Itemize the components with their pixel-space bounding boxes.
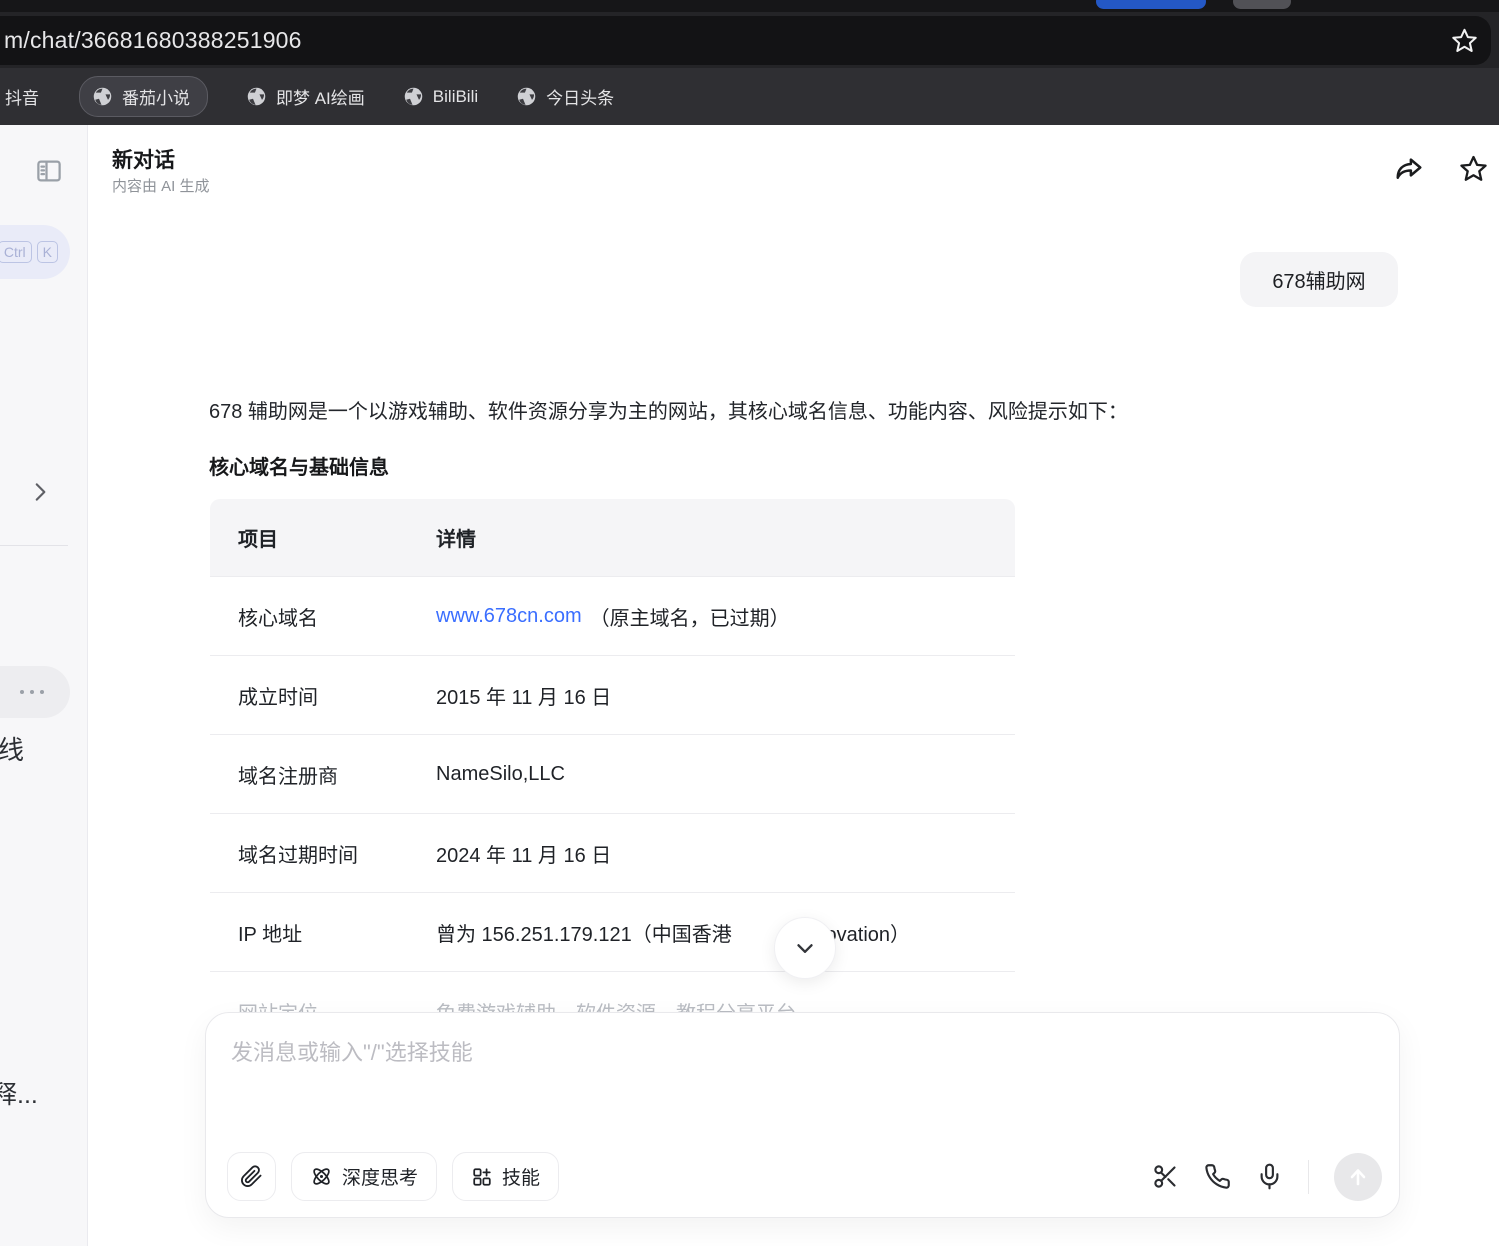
chat-main: 新对话 内容由 AI 生成 678辅助网 678 辅助网是一个以游戏辅助、软件资… (88, 125, 1499, 1246)
page-title: 新对话 (112, 144, 175, 174)
bookmark-label: BiliBili (433, 87, 478, 107)
row-label: 域名注册商 (210, 735, 408, 813)
browser-top-strip (0, 0, 1499, 12)
bookmark-jimeng[interactable]: 即梦 AI绘画 (246, 84, 365, 109)
favorite-star-icon[interactable] (1459, 154, 1488, 183)
dot (40, 690, 44, 694)
dot (30, 690, 34, 694)
sidebar-divider (0, 545, 68, 546)
bookmarks-bar: 抖音 番茄小说 即梦 AI绘画 BiliBili 今日头条 (0, 68, 1499, 125)
row-value: NameSilo,LLC (408, 735, 1015, 813)
share-icon[interactable] (1394, 154, 1424, 184)
send-button[interactable] (1334, 1153, 1382, 1201)
bookmark-bilibili[interactable]: BiliBili (403, 86, 478, 107)
bookmark-label: 抖音 (5, 84, 39, 109)
domain-info-table: 项目 详情 核心域名 www.678cn.com （原主域名，已过期） 成立时间… (210, 499, 1015, 1050)
sidebar-toggle-icon[interactable] (34, 156, 64, 186)
bookmark-star-icon[interactable] (1451, 27, 1478, 54)
skills-button[interactable]: 技能 (452, 1152, 559, 1201)
table-row: 成立时间 2015 年 11 月 16 日 (210, 655, 1015, 734)
table-row: IP 地址 曾为 156.251.179.121（中国香港 dinnovatio… (210, 892, 1015, 971)
ai-response-text: 678 辅助网是一个以游戏辅助、软件资源分享为主的网站，其核心域名信息、功能内容… (209, 397, 1389, 427)
table-header-row: 项目 详情 (210, 499, 1015, 576)
phone-call-icon[interactable] (1204, 1163, 1231, 1190)
row-label: 域名过期时间 (210, 814, 408, 892)
section-heading: 核心域名与基础信息 (209, 451, 389, 480)
search-shortcut-pill[interactable]: Ctrl K (0, 225, 70, 279)
row-label: 核心域名 (210, 577, 408, 655)
row-value: 曾为 156.251.179.121（中国香港 dinnovation） (408, 893, 1015, 971)
column-header: 详情 (408, 499, 1015, 576)
globe-icon (516, 86, 537, 107)
user-message-bubble: 678辅助网 (1240, 252, 1398, 307)
globe-icon (403, 86, 424, 107)
message-input[interactable] (231, 1035, 1371, 1135)
ctrl-key-badge: Ctrl (0, 241, 32, 264)
dot (20, 690, 24, 694)
sidebar-expand-chevron-icon[interactable] (27, 479, 53, 505)
link-suffix: （原主域名，已过期） (590, 602, 790, 631)
url-row: m/chat/36681680388251906 (0, 12, 1499, 68)
globe-icon (92, 86, 113, 107)
k-key-badge: K (37, 241, 58, 264)
message-composer: 深度思考 技能 (205, 1012, 1400, 1218)
row-value: www.678cn.com （原主域名，已过期） (408, 577, 1015, 655)
row-label: 成立时间 (210, 656, 408, 734)
more-options-button[interactable] (0, 666, 70, 718)
skills-grid-icon (471, 1166, 493, 1188)
browser-blue-button[interactable] (1096, 0, 1206, 9)
globe-icon (246, 86, 267, 107)
microphone-icon[interactable] (1256, 1163, 1283, 1190)
user-message-text: 678辅助网 (1272, 265, 1365, 294)
bookmark-douyin[interactable]: 抖音 (5, 84, 39, 109)
column-header: 项目 (210, 499, 408, 576)
deep-think-button[interactable]: 深度思考 (291, 1152, 437, 1201)
ai-generated-note: 内容由 AI 生成 (112, 175, 210, 196)
table-row: 核心域名 www.678cn.com （原主域名，已过期） (210, 576, 1015, 655)
row-value: 2015 年 11 月 16 日 (408, 656, 1015, 734)
sidebar: Ctrl K 线 释... (0, 125, 88, 1246)
table-row: 域名注册商 NameSilo,LLC (210, 734, 1015, 813)
scissors-icon[interactable] (1152, 1163, 1179, 1190)
sidebar-partial-text: 释... (0, 1075, 38, 1111)
address-bar[interactable]: m/chat/36681680388251906 (0, 16, 1491, 65)
composer-divider (1308, 1160, 1309, 1194)
bookmark-label: 今日头条 (546, 84, 614, 109)
bookmark-label: 番茄小说 (122, 84, 190, 109)
sidebar-partial-text: 线 (0, 730, 24, 767)
ip-value-left: 曾为 156.251.179.121（中国香港 (436, 918, 732, 947)
domain-link[interactable]: www.678cn.com (436, 605, 582, 628)
deep-think-label: 深度思考 (342, 1163, 418, 1190)
composer-tools-left: 深度思考 技能 (227, 1152, 559, 1201)
composer-tools-right (1152, 1152, 1382, 1201)
url-text: m/chat/36681680388251906 (0, 27, 302, 54)
table-row: 域名过期时间 2024 年 11 月 16 日 (210, 813, 1015, 892)
scroll-to-bottom-button[interactable] (774, 917, 836, 979)
paperclip-icon (240, 1165, 263, 1188)
skills-label: 技能 (502, 1163, 540, 1190)
browser-gray-button[interactable] (1233, 0, 1291, 9)
bookmark-fanqie[interactable]: 番茄小说 (79, 76, 208, 117)
bookmark-toutiao[interactable]: 今日头条 (516, 84, 614, 109)
bookmark-label: 即梦 AI绘画 (276, 84, 365, 109)
row-label: IP 地址 (210, 893, 408, 971)
row-value: 2024 年 11 月 16 日 (408, 814, 1015, 892)
attach-file-button[interactable] (227, 1152, 276, 1201)
atom-icon (310, 1165, 333, 1188)
